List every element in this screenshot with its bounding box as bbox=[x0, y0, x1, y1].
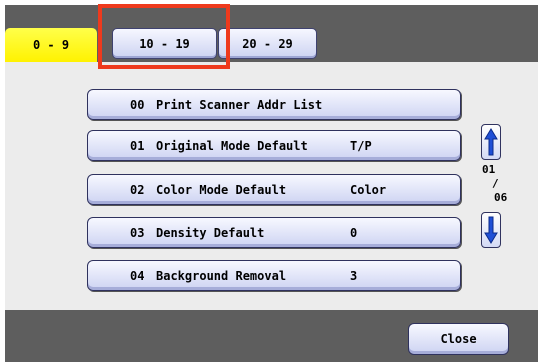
page-separator: / bbox=[492, 177, 499, 190]
page-total: 06 bbox=[494, 191, 508, 204]
scroll-down-button[interactable] bbox=[481, 212, 501, 248]
setting-item-04[interactable]: 04 Background Removal 3 bbox=[87, 260, 461, 291]
down-arrow-icon bbox=[484, 216, 498, 244]
setting-item-00[interactable]: 00 Print Scanner Addr List bbox=[87, 89, 461, 120]
tab-0-9[interactable]: 0 - 9 bbox=[5, 28, 97, 62]
item-label: Density Default bbox=[156, 226, 265, 240]
setting-item-02[interactable]: 02 Color Mode Default Color bbox=[87, 174, 461, 205]
tab-highlight-box bbox=[98, 4, 230, 69]
item-number: 00 bbox=[130, 98, 145, 112]
item-label: Background Removal bbox=[156, 269, 287, 283]
tab-label: 20 - 29 bbox=[242, 36, 293, 51]
item-number: 04 bbox=[130, 269, 145, 283]
item-value: 0 bbox=[350, 226, 358, 240]
close-button[interactable]: Close bbox=[408, 323, 509, 355]
setting-item-01[interactable]: 01 Original Mode Default T/P bbox=[87, 130, 461, 161]
tab-20-29[interactable]: 20 - 29 bbox=[218, 28, 317, 59]
item-number: 03 bbox=[130, 226, 145, 240]
page-indicator: 01 / 06 bbox=[478, 162, 510, 210]
item-number: 01 bbox=[130, 139, 145, 153]
close-label: Close bbox=[440, 332, 477, 346]
setting-item-03[interactable]: 03 Density Default 0 bbox=[87, 217, 461, 248]
item-label: Original Mode Default bbox=[156, 139, 308, 153]
scroll-up-button[interactable] bbox=[481, 124, 501, 160]
item-number: 02 bbox=[130, 183, 145, 197]
item-label: Color Mode Default bbox=[156, 183, 287, 197]
item-value: 3 bbox=[350, 269, 358, 283]
item-value: T/P bbox=[350, 139, 372, 153]
item-label: Print Scanner Addr List bbox=[156, 98, 323, 112]
page-current: 01 bbox=[482, 163, 496, 176]
item-value: Color bbox=[350, 183, 387, 197]
up-arrow-icon bbox=[484, 128, 498, 156]
tab-label: 0 - 9 bbox=[32, 38, 70, 52]
